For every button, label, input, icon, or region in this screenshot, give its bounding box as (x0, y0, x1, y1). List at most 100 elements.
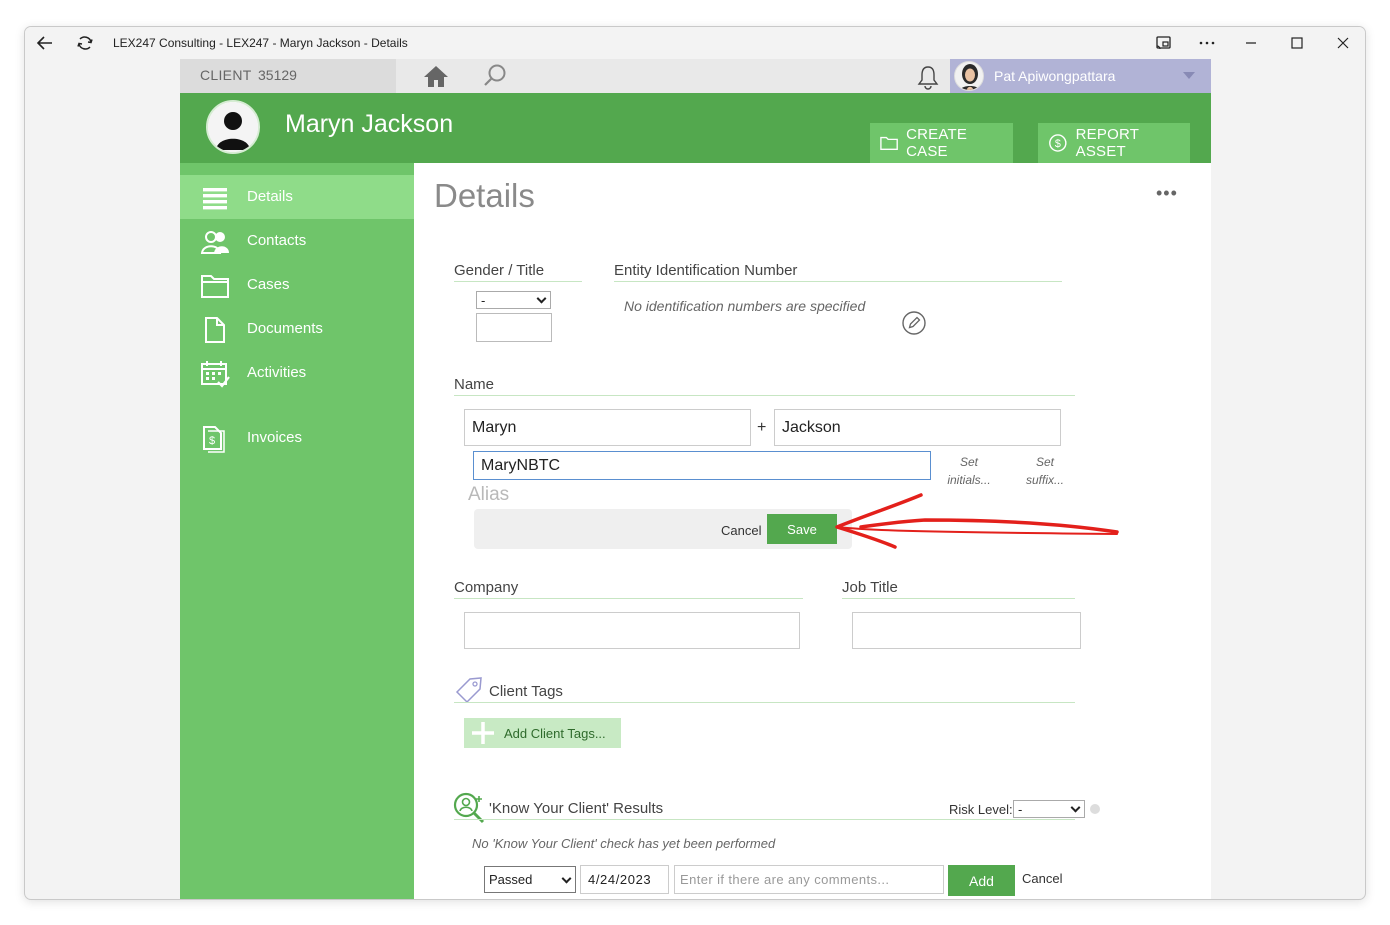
chevron-down-icon (561, 873, 572, 884)
sidebar-item-activities[interactable]: Activities (180, 351, 414, 395)
risk-status-dot (1090, 804, 1100, 814)
window-title: LEX247 Consulting - LEX247 - Maryn Jacks… (113, 36, 408, 50)
sidebar-item-documents[interactable]: Documents (180, 307, 414, 351)
client-avatar (206, 100, 260, 154)
risk-level-label: Risk Level: (949, 802, 1013, 817)
more-options-icon[interactable] (1197, 33, 1217, 53)
sidebar-item-invoices[interactable]: $ Invoices (180, 416, 414, 460)
document-icon (205, 317, 225, 343)
pencil-icon[interactable] (901, 310, 927, 336)
kyc-empty-note: No 'Know Your Client' check has yet been… (472, 836, 776, 851)
home-icon[interactable] (422, 63, 450, 89)
sidebar-item-details[interactable]: Details (180, 175, 414, 219)
sidebar-item-label: Documents (247, 320, 323, 337)
calendar-icon (201, 361, 230, 388)
caret-down-icon[interactable] (1183, 72, 1195, 79)
folder-icon (201, 275, 229, 298)
divider (614, 281, 1062, 282)
dollar-circle-icon: $ (1049, 134, 1067, 152)
page-title: Details (434, 177, 535, 214)
app-page: CLIENT 35129 Pat Apiwongpattara Maryn Ja… (180, 59, 1211, 899)
divider (454, 395, 1075, 396)
client-header: Maryn Jackson CREATE CASE $ REPORT ASSET (180, 93, 1211, 163)
user-menu[interactable]: Pat Apiwongpattara (950, 59, 1211, 93)
invoice-icon: $ (203, 426, 225, 453)
cast-icon[interactable] (1154, 33, 1174, 53)
name-save-button[interactable]: Save (767, 514, 837, 544)
gender-select-value: - (481, 292, 486, 308)
client-tags-label: Client Tags (489, 683, 563, 700)
svg-text:$: $ (209, 435, 215, 447)
set-suffix-line1: Set (1035, 455, 1054, 469)
kyc-result-select[interactable]: Passed (484, 866, 576, 893)
user-avatar (954, 61, 984, 91)
divider (454, 598, 803, 599)
job-title-input[interactable] (852, 612, 1081, 649)
client-tab-label: CLIENT (200, 67, 252, 83)
search-icon[interactable] (482, 63, 508, 89)
last-name-input[interactable]: Jackson (774, 409, 1061, 446)
folder-icon (880, 136, 898, 151)
browser-window: LEX247 Consulting - LEX247 - Maryn Jacks… (24, 26, 1366, 900)
client-tab-number: 35129 (258, 67, 297, 83)
job-title-label: Job Title (842, 579, 898, 596)
set-suffix-link[interactable]: Set suffix... (1017, 453, 1073, 489)
report-asset-button[interactable]: $ REPORT ASSET (1038, 123, 1190, 163)
user-name: Pat Apiwongpattara (994, 68, 1116, 84)
company-label: Company (454, 579, 519, 596)
set-suffix-line2: suffix... (1025, 473, 1064, 487)
refresh-icon[interactable] (75, 33, 95, 53)
sidebar-item-label: Activities (247, 364, 307, 381)
maximize-icon[interactable] (1287, 33, 1307, 53)
svg-text:$: $ (1055, 138, 1061, 150)
client-tab[interactable]: CLIENT 35129 (180, 59, 396, 93)
name-plus: + (757, 419, 767, 436)
bell-icon[interactable] (916, 64, 940, 90)
more-menu-icon[interactable]: ••• (1156, 183, 1178, 204)
chevron-down-icon (1070, 802, 1081, 813)
sidebar-item-contacts[interactable]: Contacts (180, 219, 414, 263)
company-input[interactable] (464, 612, 800, 649)
kyc-cancel-link[interactable]: Cancel (1022, 871, 1062, 886)
divider (454, 819, 1075, 820)
sidebar-item-label: Invoices (247, 429, 303, 446)
gender-title-label: Gender / Title (454, 262, 545, 279)
risk-level-select[interactable]: - (1013, 800, 1085, 818)
title-input[interactable] (476, 313, 552, 342)
name-label: Name (454, 376, 495, 393)
kyc-result-value: Passed (489, 872, 533, 887)
sidebar: Details Contacts Cases Documents Activit… (180, 163, 414, 899)
sidebar-item-cases[interactable]: Cases (180, 263, 414, 307)
first-name-input[interactable]: Maryn (464, 409, 751, 446)
alias-label: Alias (468, 484, 510, 505)
details-content: Details ••• Gender / Title - Entity Iden… (414, 163, 1211, 899)
set-initials-line1: Set (959, 455, 978, 469)
entity-id-empty-note: No identification numbers are specified (624, 298, 866, 314)
plus-icon (472, 722, 494, 744)
back-arrow-icon[interactable] (35, 33, 55, 53)
add-client-tags-label: Add Client Tags... (504, 725, 606, 741)
risk-level-value: - (1018, 801, 1023, 817)
kyc-add-button[interactable]: Add (948, 865, 1015, 896)
minimize-icon[interactable] (1241, 33, 1261, 53)
client-name: Maryn Jackson (285, 110, 454, 138)
alias-input[interactable]: MaryNBTC (473, 451, 931, 480)
contacts-icon (200, 231, 229, 254)
set-initials-link[interactable]: Set initials... (941, 453, 997, 489)
divider (842, 598, 1075, 599)
kyc-label: 'Know Your Client' Results (489, 800, 664, 817)
report-asset-label: REPORT ASSET (1075, 126, 1139, 160)
entity-id-label: Entity Identification Number (614, 262, 798, 279)
set-initials-line2: initials... (947, 473, 991, 487)
divider (454, 702, 1075, 703)
close-icon[interactable] (1333, 33, 1353, 53)
kyc-comment-input[interactable]: Enter if there are any comments... (674, 865, 944, 894)
kyc-date-input[interactable]: 4/24/2023 (580, 865, 669, 894)
add-client-tags-button[interactable]: Add Client Tags... (464, 718, 621, 748)
tag-icon (455, 677, 482, 704)
sidebar-item-label: Contacts (247, 232, 307, 249)
create-case-label: CREATE CASE (906, 126, 968, 160)
name-cancel-link[interactable]: Cancel (721, 523, 761, 538)
gender-select[interactable]: - (476, 291, 551, 309)
create-case-button[interactable]: CREATE CASE (870, 123, 1013, 163)
